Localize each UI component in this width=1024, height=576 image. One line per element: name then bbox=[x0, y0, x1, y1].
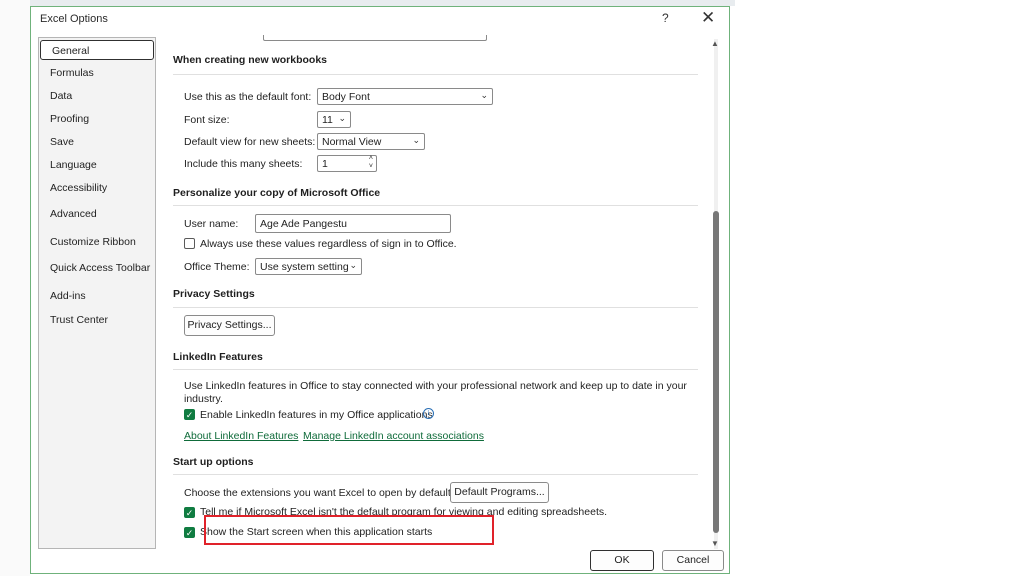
background-worksheet-edge bbox=[0, 0, 30, 576]
section-heading-linkedin: LinkedIn Features bbox=[173, 351, 263, 363]
sidebar-item-language[interactable]: Language bbox=[39, 155, 155, 175]
office-theme-dropdown[interactable]: Use system setting ⌄ bbox=[255, 258, 362, 275]
linkedin-description-line2: industry. bbox=[184, 393, 223, 405]
section-heading-privacy: Privacy Settings bbox=[173, 288, 255, 300]
office-theme-label: Office Theme: bbox=[184, 261, 250, 273]
scrollbar-thumb[interactable] bbox=[713, 211, 719, 533]
section-divider bbox=[173, 74, 698, 75]
sidebar-item-save[interactable]: Save bbox=[39, 132, 155, 152]
options-sidebar: General Formulas Data Proofing Save Lang… bbox=[38, 37, 156, 549]
options-content: When creating new workbooks Use this as … bbox=[159, 35, 709, 549]
font-size-value: 11 bbox=[322, 114, 333, 126]
sidebar-item-proofing[interactable]: Proofing bbox=[39, 109, 155, 129]
scrolled-dropdown-edge[interactable] bbox=[263, 35, 487, 41]
dialog-title: Excel Options bbox=[40, 13, 108, 25]
default-font-label: Use this as the default font: bbox=[184, 91, 312, 103]
chevron-down-icon: ⌄ bbox=[338, 113, 346, 123]
scroll-up-icon[interactable]: ▲ bbox=[711, 39, 719, 48]
sidebar-item-general[interactable]: General bbox=[40, 40, 154, 60]
sheets-count-value: 1 bbox=[322, 158, 328, 170]
sidebar-item-customize-ribbon[interactable]: Customize Ribbon bbox=[39, 232, 155, 252]
sidebar-item-trust-center[interactable]: Trust Center bbox=[39, 310, 155, 330]
office-theme-value: Use system setting bbox=[260, 261, 349, 273]
font-size-label: Font size: bbox=[184, 114, 230, 126]
section-divider bbox=[173, 369, 698, 370]
sidebar-item-formulas[interactable]: Formulas bbox=[39, 63, 155, 83]
default-font-value: Body Font bbox=[322, 91, 370, 103]
background-area bbox=[735, 0, 1024, 576]
spinner-up-icon[interactable]: ˄ bbox=[369, 155, 373, 162]
sheets-count-spinner[interactable]: 1 ˄ ˅ bbox=[317, 155, 377, 172]
enable-linkedin-checkbox[interactable]: ✓ bbox=[184, 409, 195, 420]
section-divider bbox=[173, 205, 698, 206]
section-divider bbox=[173, 307, 698, 308]
section-heading-startup: Start up options bbox=[173, 456, 254, 468]
ok-button[interactable]: OK bbox=[590, 550, 654, 571]
highlight-annotation-box bbox=[204, 515, 494, 545]
always-use-values-label: Always use these values regardless of si… bbox=[200, 238, 457, 250]
section-divider bbox=[173, 474, 698, 475]
sidebar-item-add-ins[interactable]: Add-ins bbox=[39, 286, 155, 306]
sheets-count-label: Include this many sheets: bbox=[184, 158, 303, 170]
chevron-down-icon: ⌄ bbox=[349, 260, 357, 270]
default-view-value: Normal View bbox=[322, 136, 382, 148]
close-button[interactable]: ✕ bbox=[701, 8, 715, 28]
linkedin-description-line1: Use LinkedIn features in Office to stay … bbox=[184, 380, 687, 392]
user-name-input[interactable]: Age Ade Pangestu bbox=[255, 214, 451, 233]
info-icon[interactable]: i bbox=[423, 408, 434, 419]
manage-linkedin-link[interactable]: Manage LinkedIn account associations bbox=[303, 430, 484, 442]
cancel-button[interactable]: Cancel bbox=[662, 550, 724, 571]
default-font-dropdown[interactable]: Body Font ⌄ bbox=[317, 88, 493, 105]
about-linkedin-link[interactable]: About LinkedIn Features bbox=[184, 430, 298, 442]
default-view-label: Default view for new sheets: bbox=[184, 136, 316, 148]
tell-me-default-checkbox[interactable]: ✓ bbox=[184, 507, 195, 518]
sidebar-item-accessibility[interactable]: Accessibility bbox=[39, 178, 155, 198]
chevron-down-icon: ⌄ bbox=[480, 90, 488, 100]
default-extensions-label: Choose the extensions you want Excel to … bbox=[184, 487, 454, 499]
sidebar-item-quick-access-toolbar[interactable]: Quick Access Toolbar bbox=[39, 258, 155, 278]
always-use-values-checkbox[interactable] bbox=[184, 238, 195, 249]
enable-linkedin-label: Enable LinkedIn features in my Office ap… bbox=[200, 409, 433, 421]
excel-options-dialog: Excel Options ? ✕ General Formulas Data … bbox=[30, 6, 730, 574]
sidebar-item-data[interactable]: Data bbox=[39, 86, 155, 106]
scroll-down-icon[interactable]: ▼ bbox=[711, 539, 719, 548]
spinner-down-icon[interactable]: ˅ bbox=[369, 163, 373, 170]
font-size-dropdown[interactable]: 11 ⌄ bbox=[317, 111, 351, 128]
help-button[interactable]: ? bbox=[662, 11, 669, 25]
privacy-settings-button[interactable]: Privacy Settings... bbox=[184, 315, 275, 336]
chevron-down-icon: ⌄ bbox=[412, 135, 420, 145]
section-heading-personalize: Personalize your copy of Microsoft Offic… bbox=[173, 187, 381, 199]
show-start-screen-checkbox[interactable]: ✓ bbox=[184, 527, 195, 538]
default-programs-button[interactable]: Default Programs... bbox=[450, 482, 549, 503]
section-heading-new-workbooks: When creating new workbooks bbox=[173, 54, 328, 66]
sidebar-item-advanced[interactable]: Advanced bbox=[39, 204, 155, 224]
options-scrollbar[interactable]: ▲ ▼ bbox=[711, 39, 721, 549]
default-view-dropdown[interactable]: Normal View ⌄ bbox=[317, 133, 425, 150]
user-name-value: Age Ade Pangestu bbox=[260, 218, 347, 230]
user-name-label: User name: bbox=[184, 218, 239, 230]
